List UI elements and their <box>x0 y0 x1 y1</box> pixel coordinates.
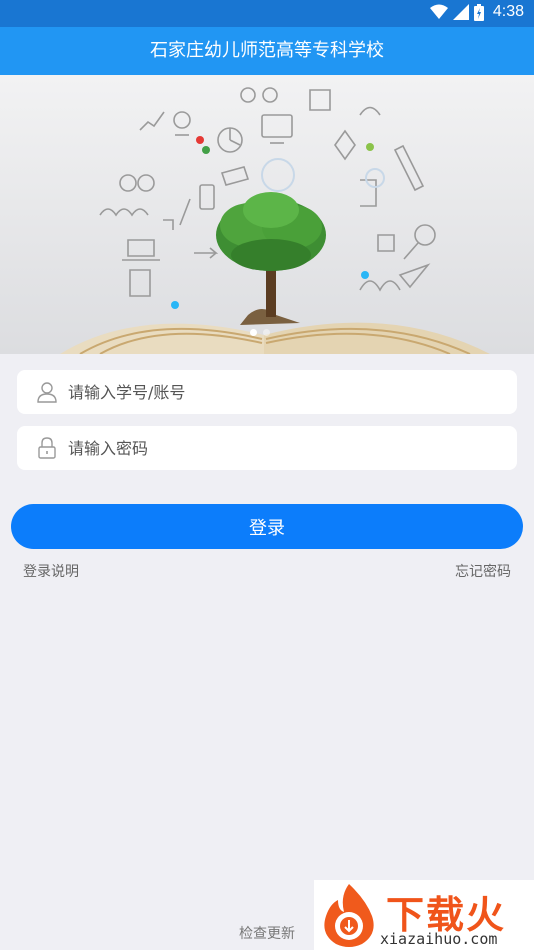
battery-icon <box>473 3 484 21</box>
status-icons: 4:38 <box>429 3 524 21</box>
status-bar: 4:38 <box>0 0 534 27</box>
carousel-dot[interactable] <box>263 329 270 336</box>
signal-icon <box>452 4 469 20</box>
username-field[interactable] <box>17 370 517 414</box>
lock-icon <box>38 437 56 459</box>
login-button[interactable]: 登录 <box>11 504 523 549</box>
page-title: 石家庄幼儿师范高等专科学校 <box>150 40 384 61</box>
username-input[interactable] <box>68 370 498 414</box>
carousel-dot-active[interactable] <box>250 329 257 336</box>
watermark-url: xiazaihuo.com <box>380 930 498 948</box>
login-help-link[interactable]: 登录说明 <box>23 561 79 581</box>
banner-carousel[interactable] <box>0 75 534 354</box>
wifi-icon <box>429 4 448 19</box>
forgot-password-link[interactable]: 忘记密码 <box>455 561 511 581</box>
fire-logo-icon <box>324 884 374 947</box>
title-bar: 石家庄幼儿师范高等专科学校 <box>0 27 534 75</box>
watermark: 下载火 xiazaihuo.com <box>314 880 534 950</box>
banner-illustration <box>0 75 534 354</box>
status-time: 4:38 <box>492 3 524 20</box>
password-field[interactable] <box>17 426 517 470</box>
password-input[interactable] <box>68 426 498 470</box>
user-icon <box>37 382 57 403</box>
